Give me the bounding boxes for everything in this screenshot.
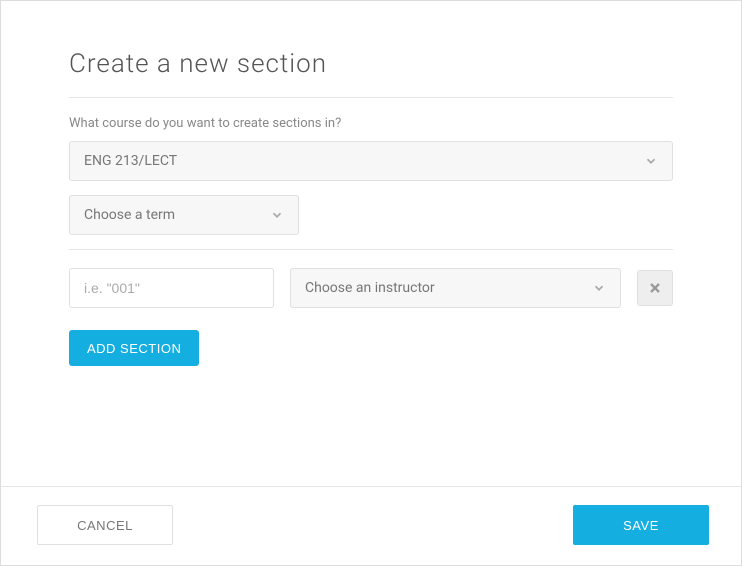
course-select-value: ENG 213/LECT bbox=[84, 153, 644, 169]
dialog-content: Create a new section What course do you … bbox=[1, 1, 741, 386]
remove-section-button[interactable] bbox=[637, 270, 673, 306]
section-number-input[interactable] bbox=[69, 268, 274, 308]
chevron-down-icon bbox=[270, 208, 284, 222]
chevron-down-icon bbox=[592, 281, 606, 295]
term-select[interactable]: Choose a term bbox=[69, 195, 299, 235]
dialog-footer: CANCEL SAVE bbox=[1, 486, 741, 565]
section-row: Choose an instructor bbox=[69, 268, 673, 308]
add-section-button[interactable]: ADD SECTION bbox=[69, 330, 199, 366]
instructor-select[interactable]: Choose an instructor bbox=[290, 268, 621, 308]
cancel-button[interactable]: CANCEL bbox=[37, 505, 173, 545]
close-icon bbox=[647, 280, 663, 296]
course-select[interactable]: ENG 213/LECT bbox=[69, 141, 673, 181]
instructor-select-placeholder: Choose an instructor bbox=[305, 280, 592, 296]
divider bbox=[69, 97, 673, 98]
term-select-placeholder: Choose a term bbox=[84, 207, 270, 223]
chevron-down-icon bbox=[644, 154, 658, 168]
course-question-label: What course do you want to create sectio… bbox=[69, 116, 673, 131]
save-button[interactable]: SAVE bbox=[573, 505, 709, 545]
divider bbox=[69, 249, 673, 250]
dialog-title: Create a new section bbox=[69, 49, 673, 79]
